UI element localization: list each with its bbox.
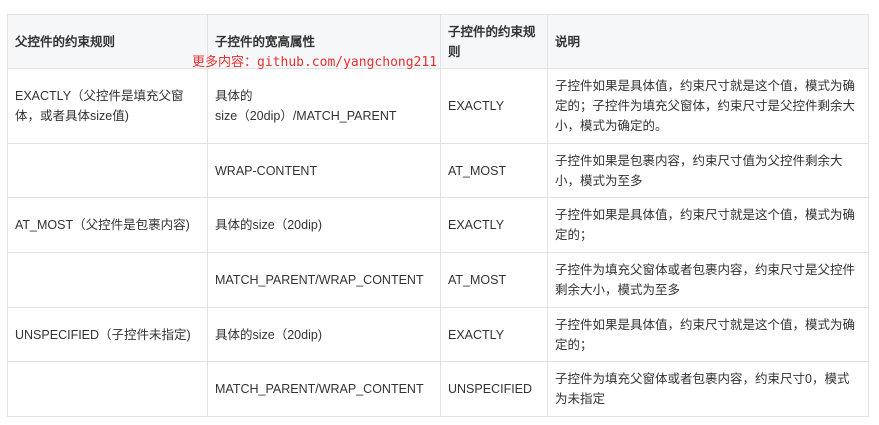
cell-child-attr: MATCH_PARENT/WRAP_CONTENT (207, 252, 441, 308)
cell-parent-rule (7, 361, 208, 417)
cell-child-attr-line1: 具体的 (215, 89, 253, 103)
cell-parent-rule (7, 143, 208, 198)
cell-child-attr: WRAP-CONTENT (207, 143, 441, 198)
cell-child-attr: MATCH_PARENT/WRAP_CONTENT (207, 361, 441, 417)
cell-child-rule: AT_MOST (440, 143, 548, 198)
cell-child-rule: EXACTLY (440, 68, 548, 144)
table-header-row: 父控件的约束规则 子控件的宽高属性 子控件的约束规则 说明 (7, 14, 869, 69)
header-parent-rule: 父控件的约束规则 (7, 14, 208, 69)
header-child-rule: 子控件的约束规则 (440, 14, 548, 69)
cell-description: 子控件如果是具体值，约束尺寸就是这个值，模式为确定的；子控件为填充父窗体，约束尺… (547, 68, 869, 144)
constraint-rules-table: 父控件的约束规则 子控件的宽高属性 子控件的约束规则 说明 EXACTLY（父控… (7, 14, 869, 417)
cell-parent-rule: UNSPECIFIED（子控件未指定) (7, 307, 208, 362)
cell-parent-rule: AT_MOST（父控件是包裹内容) (7, 197, 208, 253)
table-row: EXACTLY（父控件是填充父窗体，或者具体size值) 具体的 size（20… (7, 68, 869, 144)
table-row: UNSPECIFIED（子控件未指定) 具体的size（20dip) EXACT… (7, 307, 869, 362)
table-row: MATCH_PARENT/WRAP_CONTENT AT_MOST 子控件为填充… (7, 252, 869, 308)
cell-child-rule: EXACTLY (440, 197, 548, 253)
cell-child-rule: AT_MOST (440, 252, 548, 308)
cell-child-attr: 具体的 size（20dip）/MATCH_PARENT (207, 68, 441, 144)
cell-description: 子控件如果是具体值，约束尺寸就是这个值，模式为确定的； (547, 307, 869, 362)
cell-description: 子控件如果是包裹内容，约束尺寸值为父控件剩余大小，模式为至多 (547, 143, 869, 198)
header-child-attr: 子控件的宽高属性 (207, 14, 441, 69)
cell-child-attr: 具体的size（20dip) (207, 197, 441, 253)
cell-description: 子控件为填充父窗体或者包裹内容，约束尺寸是父控件剩余大小，模式为至多 (547, 252, 869, 308)
cell-parent-rule (7, 252, 208, 308)
table-row: WRAP-CONTENT AT_MOST 子控件如果是包裹内容，约束尺寸值为父控… (7, 143, 869, 198)
table-row: MATCH_PARENT/WRAP_CONTENT UNSPECIFIED 子控… (7, 361, 869, 417)
cell-child-attr-line2: size（20dip）/MATCH_PARENT (215, 109, 397, 123)
constraint-rules-table-container: 父控件的约束规则 子控件的宽高属性 子控件的约束规则 说明 EXACTLY（父控… (7, 14, 869, 417)
table-row: AT_MOST（父控件是包裹内容) 具体的size（20dip) EXACTLY… (7, 197, 869, 253)
cell-child-rule: UNSPECIFIED (440, 361, 548, 417)
cell-description: 子控件为填充父窗体或者包裹内容，约束尺寸0，模式为未指定 (547, 361, 869, 417)
cell-parent-rule: EXACTLY（父控件是填充父窗体，或者具体size值) (7, 68, 208, 144)
header-description: 说明 (547, 14, 869, 69)
cell-description: 子控件如果是具体值，约束尺寸就是这个值，模式为确定的； (547, 197, 869, 253)
cell-child-attr: 具体的size（20dip) (207, 307, 441, 362)
cell-child-rule: EXACTLY (440, 307, 548, 362)
